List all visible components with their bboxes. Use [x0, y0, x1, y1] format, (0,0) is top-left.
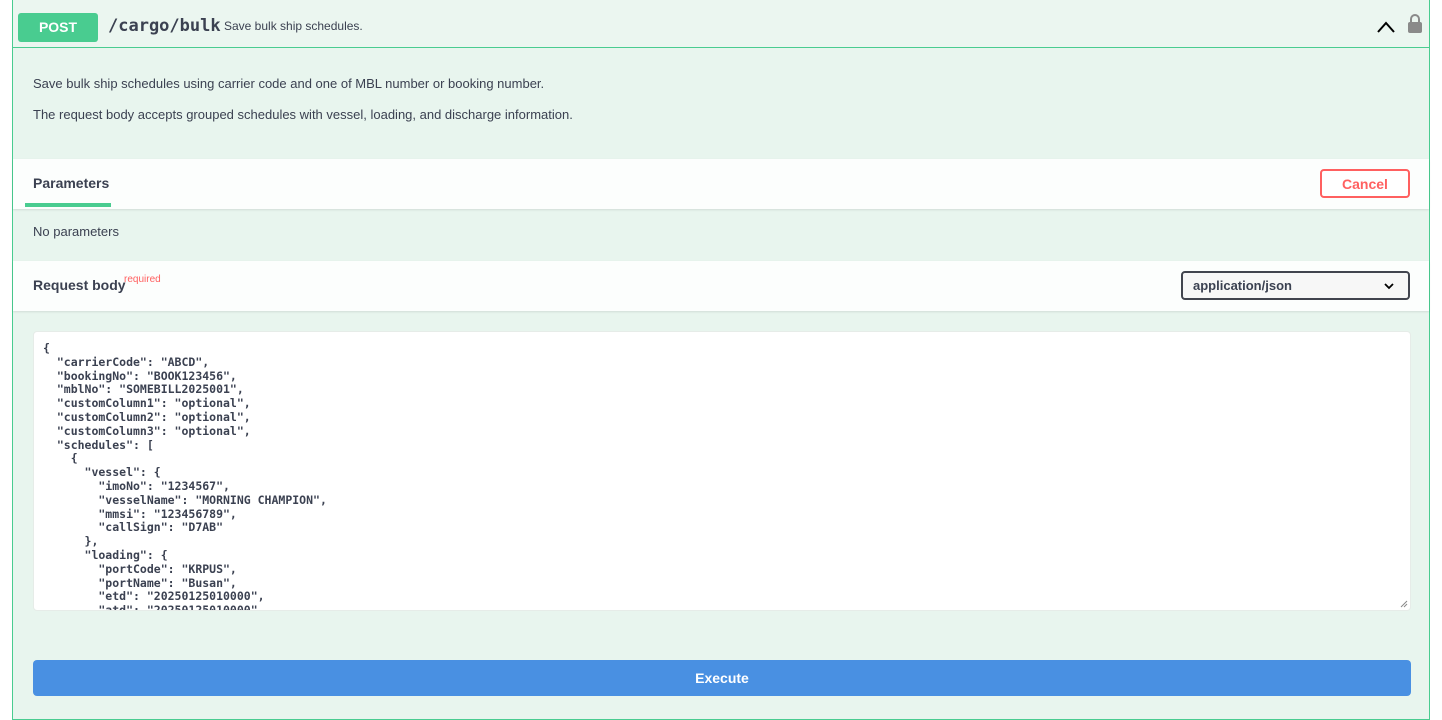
description-line: The request body accepts grouped schedul…: [33, 107, 573, 122]
tab-parameters[interactable]: Parameters: [33, 175, 109, 191]
resize-handle-icon[interactable]: [1400, 600, 1408, 608]
active-tab-indicator: [25, 203, 111, 207]
cancel-button[interactable]: Cancel: [1320, 169, 1410, 198]
operation-description: Save bulk ship schedules using carrier c…: [33, 76, 573, 138]
lock-icon[interactable]: [1407, 13, 1423, 35]
operation-summary[interactable]: POST /cargo/bulk Save bulk ship schedule…: [13, 0, 1429, 48]
request-body-header: Request body required application/json: [13, 261, 1429, 311]
operation-summary-text: Save bulk ship schedules.: [224, 19, 363, 33]
operation-block: POST /cargo/bulk Save bulk ship schedule…: [12, 0, 1430, 720]
parameters-header: Parameters Cancel: [13, 159, 1429, 209]
content-type-select[interactable]: application/json: [1181, 271, 1410, 300]
description-line: Save bulk ship schedules using carrier c…: [33, 76, 545, 91]
no-parameters-text: No parameters: [33, 224, 119, 239]
required-badge: required: [124, 274, 161, 285]
request-body-json[interactable]: { "carrierCode": "ABCD", "bookingNo": "B…: [34, 332, 1410, 610]
request-body-label: Request body: [33, 277, 126, 293]
content-type-value: application/json: [1193, 278, 1292, 293]
request-body-editor[interactable]: { "carrierCode": "ABCD", "bookingNo": "B…: [33, 331, 1411, 611]
operation-path: /cargo/bulk: [108, 16, 221, 36]
chevron-up-icon[interactable]: [1375, 18, 1397, 36]
chevron-down-icon: [1384, 283, 1394, 290]
method-badge: POST: [18, 13, 98, 42]
execute-button[interactable]: Execute: [33, 660, 1411, 696]
